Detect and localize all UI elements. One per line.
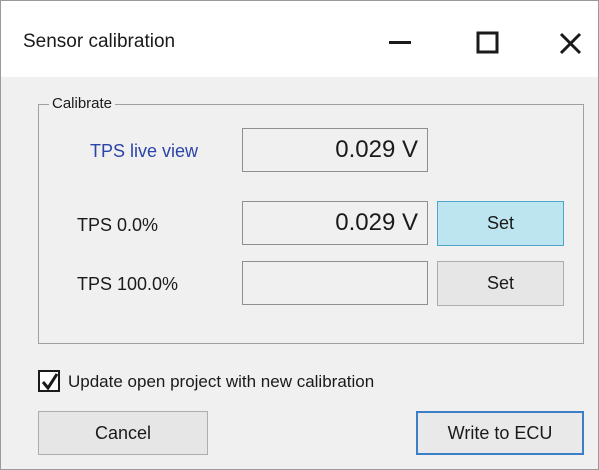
tps-live-view-value: 0.029 V bbox=[242, 128, 428, 172]
tps-0-value: 0.029 V bbox=[242, 201, 428, 245]
set-tps-100-button[interactable]: Set bbox=[437, 261, 564, 306]
maximize-icon bbox=[476, 31, 499, 54]
tps-100-label: TPS 100.0% bbox=[77, 274, 179, 294]
window-title: Sensor calibration bbox=[23, 31, 176, 52]
maximize-button[interactable] bbox=[466, 21, 510, 65]
calibrate-legend: Calibrate bbox=[49, 95, 116, 112]
tps-live-view-label: TPS live view bbox=[90, 141, 199, 161]
close-icon bbox=[559, 32, 582, 55]
title-bar[interactable]: Sensor calibration bbox=[1, 1, 598, 77]
close-button[interactable] bbox=[549, 21, 593, 65]
update-project-checkbox[interactable] bbox=[38, 370, 60, 392]
tps-100-value bbox=[242, 261, 428, 305]
checkmark-icon bbox=[41, 373, 59, 391]
minimize-button[interactable] bbox=[379, 21, 423, 65]
set-tps-0-button[interactable]: Set bbox=[437, 201, 564, 246]
sensor-calibration-window: Sensor calibration Calibrate TPS live vi… bbox=[0, 0, 599, 470]
minimize-icon bbox=[389, 41, 411, 44]
tps-0-label: TPS 0.0% bbox=[77, 215, 159, 235]
cancel-button[interactable]: Cancel bbox=[38, 411, 208, 455]
update-project-label[interactable]: Update open project with new calibration bbox=[68, 372, 374, 392]
write-to-ecu-button[interactable]: Write to ECU bbox=[416, 411, 584, 455]
